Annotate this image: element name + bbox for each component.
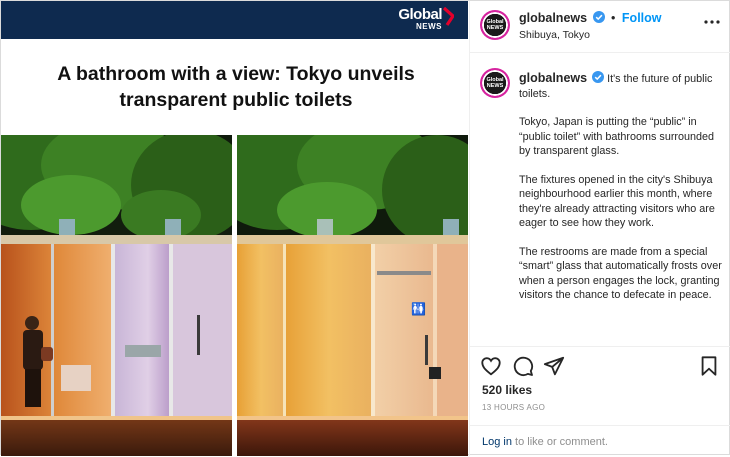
follow-button[interactable]: Follow (622, 11, 662, 25)
likes-count[interactable]: 520 likes (482, 383, 532, 397)
login-link[interactable]: Log in (482, 436, 512, 448)
more-options-icon[interactable] (704, 19, 720, 25)
verified-badge-icon (592, 71, 605, 83)
header-username-link[interactable]: globalnews (519, 11, 587, 25)
brand-banner: Global NEWS (1, 1, 468, 39)
caption-paragraph: Tokyo, Japan is putting the “public” in … (519, 116, 715, 157)
avatar-logo-text: Global NEWS (480, 19, 510, 31)
post-timestamp[interactable]: 13 HOURS AGO (482, 403, 545, 412)
bookmark-icon[interactable] (698, 355, 720, 377)
headline-line-2: transparent public toilets (119, 89, 353, 111)
post-image[interactable]: Global NEWS A bathroom with a view: Toky… (1, 1, 468, 456)
caption-paragraph: The restrooms are made from a special “s… (519, 245, 722, 302)
location-link[interactable]: Shibuya, Tokyo (519, 29, 590, 41)
global-news-logo: Global NEWS (398, 6, 454, 31)
svg-text:🚻: 🚻 (411, 302, 426, 316)
paper-plane-icon[interactable] (543, 355, 565, 377)
post-header: Global NEWS globalnews • Follow Shibuya,… (470, 1, 730, 53)
avatar-text-2: NEWS (486, 25, 504, 31)
avatar-logo-text: Global NEWS (480, 77, 510, 89)
image-headline: A bathroom with a view: Tokyo unveils tr… (31, 61, 441, 113)
logo-word: Global (398, 6, 442, 23)
logo-sub: NEWS (416, 22, 442, 31)
separator-dot: • (611, 11, 616, 25)
comment-icon[interactable] (512, 355, 534, 377)
avatar-text-2: NEWS (486, 83, 504, 89)
caption-paragraph: The fixtures opened in the city's Shibuy… (519, 173, 715, 230)
photo-right: 🚻 (237, 135, 468, 456)
caption-area: Global NEWS globalnews It's the future o… (470, 54, 730, 346)
caption-text: globalnews It's the future of public toi… (519, 71, 723, 317)
action-bar: 520 likes 13 HOURS AGO Log in to like or… (470, 346, 730, 456)
header-user-line: globalnews • Follow (519, 11, 662, 25)
caption-avatar[interactable]: Global NEWS (480, 68, 510, 98)
headline-line-1: A bathroom with a view: Tokyo unveils (57, 63, 415, 85)
avatar[interactable]: Global NEWS (480, 10, 510, 40)
instagram-post: Global NEWS A bathroom with a view: Toky… (0, 0, 730, 456)
verified-badge-icon (592, 11, 605, 23)
caption-username-link[interactable]: globalnews (519, 71, 587, 85)
post-panel: Global NEWS globalnews • Follow Shibuya,… (469, 1, 730, 456)
heart-icon[interactable] (480, 355, 502, 377)
login-prompt-rest: to like or comment. (511, 436, 608, 448)
login-prompt: Log in to like or comment. (470, 425, 730, 457)
logo-chevron-icon (442, 7, 454, 26)
login-prompt-text: Log in to like or comment. (482, 436, 608, 448)
photo-left (1, 135, 232, 456)
